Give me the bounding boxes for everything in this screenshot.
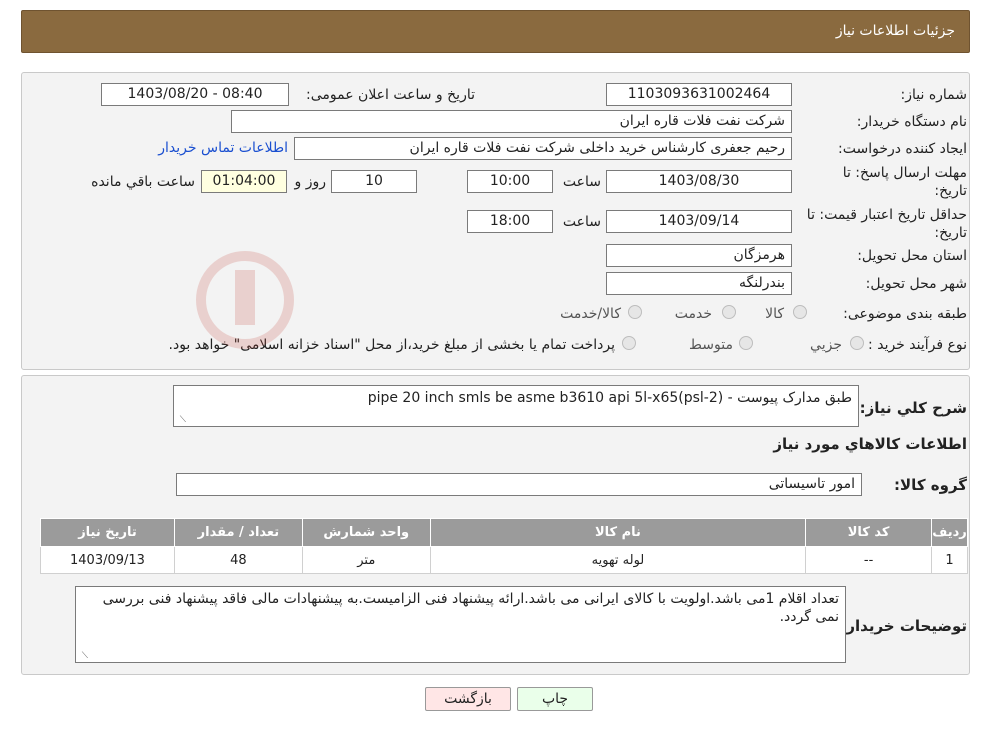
buyer-org-label: نام دستگاه خریدار: xyxy=(856,114,967,130)
buyer-notes-label: توضیحات خریدار: xyxy=(840,617,967,635)
cell-goods-name: لوله تهویه xyxy=(429,546,807,574)
buyer-notes-field[interactable]: تعداد اقلام 1می باشد.اولویت با کالای ایر… xyxy=(75,586,846,663)
col-unit: واحد شمارش xyxy=(301,518,431,547)
col-need-date: تاریخ نیاز xyxy=(40,518,175,547)
general-description-field[interactable]: طبق مدارک پیوست - pipe 20 inch smls be a… xyxy=(173,385,859,427)
goods-table: ردیف کد کالا نام کالا واحد شمارش تعداد /… xyxy=(40,518,968,574)
category-option-goods: کالا xyxy=(765,306,784,322)
col-quantity: تعداد / مقدار xyxy=(173,518,303,547)
need-number-field[interactable]: 1103093631002464 xyxy=(606,83,792,106)
deadline-time-field[interactable]: 10:00 xyxy=(467,170,553,193)
cell-quantity: 48 xyxy=(173,546,303,574)
col-row-number: ردیف xyxy=(931,518,968,547)
goods-info-title: اطلاعات کالاهاي مورد نیاز xyxy=(773,435,967,453)
general-description-text: طبق مدارک پیوست - pipe 20 inch smls be a… xyxy=(367,390,852,406)
price-validity-time-label: ساعت xyxy=(562,214,601,230)
table-row[interactable]: 1 -- لوله تهویه متر 48 1403/09/13 xyxy=(40,546,968,574)
cell-goods-code: -- xyxy=(805,546,933,574)
buyer-notes-text: تعداد اقلام 1می باشد.اولویت با کالای ایر… xyxy=(102,591,839,625)
request-creator-field[interactable]: رحیم جعفری کارشناس خرید داخلی شرکت نفت ف… xyxy=(294,137,792,160)
cell-need-date: 1403/09/13 xyxy=(40,546,175,574)
buyer-contact-link[interactable]: اطلاعات تماس خریدار xyxy=(158,140,288,156)
col-goods-code: کد کالا xyxy=(805,518,933,547)
deadline-date-label: تاریخ: xyxy=(934,183,967,199)
cell-row-number: 1 xyxy=(931,546,968,574)
goods-group-field[interactable]: امور تاسیساتی xyxy=(176,473,862,496)
purchase-process-label: نوع فرآیند خرید : xyxy=(868,337,967,353)
col-goods-name: نام کالا xyxy=(429,518,807,547)
announce-datetime-field[interactable]: 1403/08/20 - 08:40 xyxy=(101,83,289,106)
page-header: جزئیات اطلاعات نیاز xyxy=(21,10,970,53)
need-number-label: شماره نیاز: xyxy=(900,87,968,103)
delivery-city-label: شهر محل تحویل: xyxy=(865,276,967,292)
category-radio-goods[interactable] xyxy=(793,305,807,319)
category-label: طبقه بندی موضوعی: xyxy=(843,306,967,322)
time-remaining-field[interactable]: 01:04:00 xyxy=(201,170,287,193)
delivery-province-label: استان محل تحویل: xyxy=(857,248,967,264)
process-option-minor: جزیي xyxy=(810,337,842,353)
days-remaining-field[interactable]: 10 xyxy=(331,170,417,193)
back-button[interactable]: بازگشت xyxy=(425,687,511,711)
resize-handle-icon[interactable]: ⟋ xyxy=(78,651,88,661)
buyer-org-field[interactable]: شرکت نفت فلات قاره ایران xyxy=(231,110,792,133)
resize-handle-icon[interactable]: ⟋ xyxy=(176,415,186,425)
announce-datetime-label: تاریخ و ساعت اعلان عمومی: xyxy=(306,87,475,103)
deadline-time-label: ساعت xyxy=(562,174,601,190)
general-description-label: شرح کلي نیاز: xyxy=(859,399,967,417)
deadline-label: مهلت ارسال پاسخ: تا xyxy=(842,165,967,181)
days-label: روز و xyxy=(294,174,327,190)
print-button[interactable]: چاپ xyxy=(517,687,593,711)
price-validity-time-field[interactable]: 18:00 xyxy=(467,210,553,233)
price-validity-date-field[interactable]: 1403/09/14 xyxy=(606,210,792,233)
goods-table-header-row: ردیف کد کالا نام کالا واحد شمارش تعداد /… xyxy=(40,518,968,547)
price-validity-label: حداقل تاریخ اعتبار قیمت: تا xyxy=(806,207,967,223)
price-validity-date-label: تاریخ: xyxy=(934,225,967,241)
deadline-date-field[interactable]: 1403/08/30 xyxy=(606,170,792,193)
page-title: جزئیات اطلاعات نیاز xyxy=(835,23,955,39)
process-radio-minor[interactable] xyxy=(850,336,864,350)
watermark-logo-icon xyxy=(196,251,294,349)
request-creator-label: ایجاد کننده درخواست: xyxy=(838,141,967,157)
goods-group-label: گروه کالا: xyxy=(894,476,967,494)
time-remaining-label: ساعت باقي مانده xyxy=(91,174,195,190)
cell-unit: متر xyxy=(301,546,431,574)
